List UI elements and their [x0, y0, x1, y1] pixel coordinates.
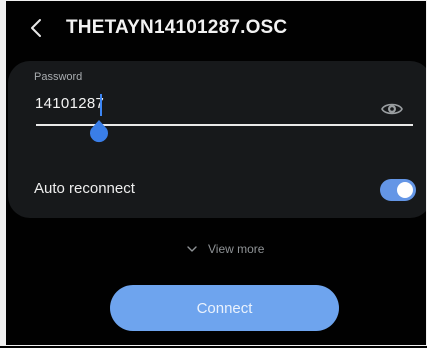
wifi-connect-screen: THETAYN14101287.OSC Password 14101287 Au…	[0, 0, 433, 348]
network-name-title: THETAYN14101287.OSC	[66, 17, 288, 38]
show-password-button[interactable]	[380, 99, 404, 119]
password-label: Password	[34, 71, 83, 83]
text-cursor	[100, 94, 102, 116]
screen-edge	[427, 0, 433, 348]
header: THETAYN14101287.OSC	[30, 12, 287, 44]
password-input[interactable]: 14101287	[35, 95, 104, 112]
chevron-left-icon	[31, 19, 41, 37]
view-more-button[interactable]: View more	[186, 240, 264, 258]
back-button[interactable]	[30, 12, 50, 44]
chevron-down-icon	[187, 246, 197, 252]
auto-reconnect-label: Auto reconnect	[34, 180, 135, 197]
toggle-knob	[397, 182, 413, 198]
view-more-label: View more	[208, 242, 265, 256]
auto-reconnect-toggle[interactable]	[380, 179, 416, 201]
connect-button[interactable]: Connect	[110, 285, 339, 331]
eye-icon	[381, 103, 403, 115]
cursor-handle[interactable]	[88, 120, 110, 144]
connection-settings-card: Password 14101287 Auto reconnect	[8, 61, 432, 218]
